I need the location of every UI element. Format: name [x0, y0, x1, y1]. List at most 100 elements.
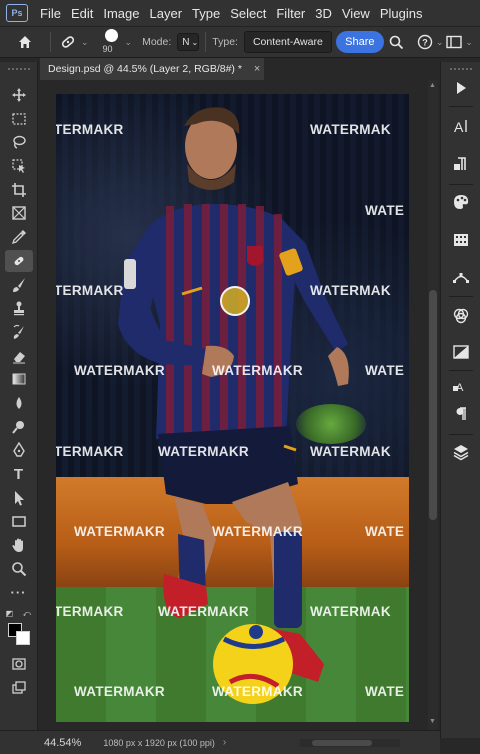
workspace-chevron-icon[interactable]: ⌄ [465, 37, 473, 48]
horizontal-scrollbar[interactable] [300, 739, 400, 747]
crop-tool-icon[interactable] [5, 179, 33, 201]
brush-tip-icon [104, 29, 118, 42]
status-menu-chevron-icon[interactable]: › [223, 737, 226, 748]
document-tab-title: Design.psd @ 44.5% (Layer 2, RGB/8#) * [48, 63, 242, 75]
svg-text:A: A [454, 119, 464, 135]
workspace-icon[interactable] [443, 31, 465, 53]
mode-select[interactable]: N ⌄ [177, 33, 200, 51]
menu-plugins[interactable]: Plugins [380, 6, 423, 21]
brush-tool-icon[interactable] [5, 274, 33, 296]
chevron-down-icon: ⌄ [191, 37, 199, 47]
scroll-up-icon[interactable]: ▲ [429, 82, 436, 89]
vertical-scrollbar[interactable]: ▲ ▼ [428, 80, 438, 730]
clone-stamp-tool-icon[interactable] [5, 297, 33, 319]
menu-view[interactable]: View [342, 6, 370, 21]
watermark-text: WATERMAKR [74, 524, 165, 539]
menu-type[interactable]: Type [192, 6, 220, 21]
home-icon[interactable] [14, 31, 36, 53]
zoom-tool-icon[interactable] [5, 558, 33, 580]
player-image [118, 107, 349, 704]
swap-colors-icon[interactable]: ⤺ [23, 609, 32, 619]
document-tab-bar: Design.psd @ 44.5% (Layer 2, RGB/8#) * × [40, 58, 426, 80]
watermark-text: WATERMAKR [158, 444, 249, 459]
watermark-text: WATE [365, 203, 405, 218]
quick-mask-icon[interactable] [5, 653, 33, 675]
paths-panel-icon[interactable] [449, 266, 473, 290]
menu-filter[interactable]: Filter [276, 6, 305, 21]
adjustments-panel-icon[interactable] [449, 340, 473, 364]
rectangle-tool-icon[interactable] [5, 510, 33, 532]
marquee-tool-icon[interactable] [5, 108, 33, 130]
menu-edit[interactable]: Edit [71, 6, 93, 21]
history-brush-tool-icon[interactable] [5, 321, 33, 343]
watermark-text: WATERMAKR [74, 363, 165, 378]
share-button[interactable]: Share [335, 31, 384, 53]
screen-mode-icon[interactable] [5, 677, 33, 699]
type-glyph: T [13, 465, 24, 483]
close-icon[interactable]: × [254, 63, 260, 75]
character-panel-icon[interactable]: A [449, 114, 473, 138]
watermark-text: TERMAKR [56, 444, 124, 459]
panel-grip[interactable] [449, 68, 472, 70]
menu-image[interactable]: Image [103, 6, 139, 21]
watermark-text: TERMAKR [56, 122, 124, 137]
zoom-level[interactable]: 44.54% [44, 737, 81, 749]
svg-text:?: ? [422, 38, 428, 48]
menu-layer[interactable]: Layer [150, 6, 183, 21]
menu-select[interactable]: Select [230, 6, 266, 21]
scroll-thumb[interactable] [312, 740, 372, 746]
swatches-panel-icon[interactable] [449, 228, 473, 252]
path-selection-tool-icon[interactable] [5, 487, 33, 509]
divider [205, 32, 207, 52]
blur-tool-icon[interactable] [5, 392, 33, 414]
divider [50, 32, 51, 52]
watermark-text: WATE [365, 684, 405, 699]
more-tools-icon[interactable]: ··· [5, 581, 33, 603]
brush-size: 90 [102, 44, 113, 54]
type-tool-icon[interactable]: T [5, 463, 33, 485]
brush-picker-chevron-icon[interactable]: ⌄ [125, 37, 133, 48]
layers-panel-icon[interactable] [449, 440, 473, 464]
document-info[interactable]: 1080 px x 1920 px (100 ppi) [103, 738, 215, 748]
help-icon[interactable]: ? [414, 31, 436, 53]
paragraph-styles-icon[interactable] [449, 152, 473, 176]
panel-grip[interactable] [7, 68, 30, 74]
menu-file[interactable]: File [40, 6, 61, 21]
scroll-down-icon[interactable]: ▼ [429, 718, 436, 725]
pen-tool-icon[interactable] [5, 439, 33, 461]
type-select[interactable]: Content-Aware [243, 31, 332, 53]
divider [449, 434, 473, 435]
watermark-text: WATERMAKR [74, 684, 165, 699]
default-colors-icon[interactable]: ◩ [6, 609, 14, 618]
options-bar: ⌄ 90 ⌄ Mode: N ⌄ Type: Content-Aware Shar… [0, 26, 480, 58]
help-chevron-icon[interactable]: ⌄ [436, 37, 444, 48]
menu-3d[interactable]: 3D [315, 6, 332, 21]
document-tab[interactable]: Design.psd @ 44.5% (Layer 2, RGB/8#) * × [40, 58, 264, 80]
watermark-text: WATE [365, 524, 405, 539]
character-styles-icon[interactable]: A [449, 376, 473, 400]
object-selection-tool-icon[interactable] [5, 155, 33, 177]
paragraph-panel-icon[interactable] [449, 402, 473, 426]
eraser-tool-icon[interactable] [5, 345, 33, 367]
color-panel-icon[interactable] [449, 190, 473, 214]
watermark-text: WATERMAK [310, 604, 391, 619]
background-color-swatch[interactable] [15, 631, 30, 646]
document-canvas[interactable]: TERMAKR WATERMAK WATE TERMAKR WATERMAK W… [56, 94, 409, 722]
eyedropper-tool-icon[interactable] [5, 226, 33, 248]
move-tool-icon[interactable] [5, 84, 33, 106]
brush-preset-picker[interactable]: 90 [97, 27, 125, 57]
photoshop-logo-icon[interactable]: Ps [6, 4, 28, 22]
frame-tool-icon[interactable] [5, 202, 33, 224]
gradient-tool-icon[interactable] [5, 368, 33, 390]
dodge-tool-icon[interactable] [5, 416, 33, 438]
channels-panel-icon[interactable] [449, 304, 473, 328]
lasso-tool-icon[interactable] [5, 131, 33, 153]
hand-tool-icon[interactable] [5, 534, 33, 556]
spot-healing-tool-icon[interactable] [57, 31, 79, 53]
watermark-text: WATERMAKR [212, 684, 303, 699]
tool-preset-chevron-icon[interactable]: ⌄ [81, 37, 89, 48]
scroll-thumb[interactable] [429, 290, 437, 520]
spot-healing-brush-tool-icon[interactable] [4, 249, 33, 272]
expand-panels-icon[interactable] [449, 76, 473, 100]
search-icon[interactable] [386, 31, 408, 53]
